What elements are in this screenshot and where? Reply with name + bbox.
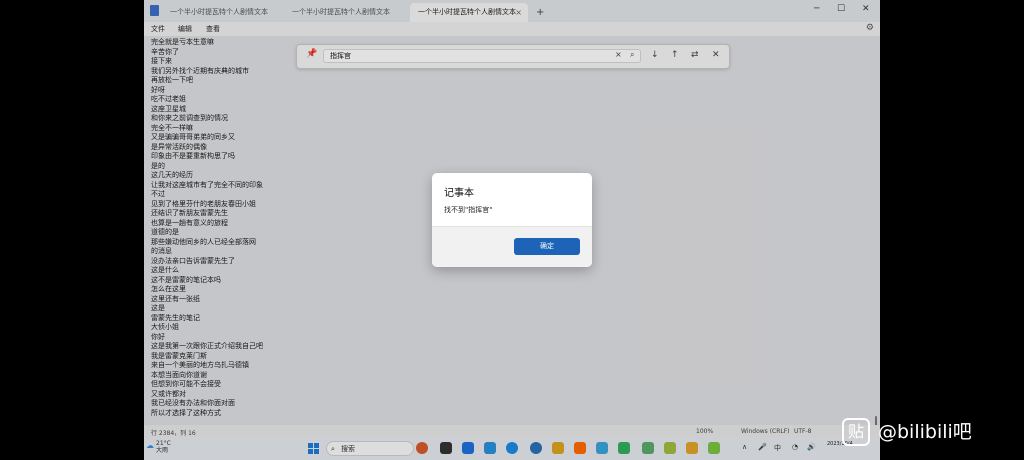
dialog-message: 找不到"指挥官" bbox=[444, 206, 493, 214]
dialog-title: 记事本 bbox=[444, 188, 474, 199]
watermark-text: @bilibili吧 bbox=[878, 421, 972, 443]
dialog-footer: 确定 bbox=[432, 226, 592, 267]
alert-dialog: 记事本 找不到"指挥官" 确定 bbox=[432, 173, 592, 267]
ok-button[interactable]: 确定 bbox=[514, 238, 580, 255]
tieba-logo-icon: 贴 bbox=[842, 418, 870, 446]
screen: 一个半小时提瓦特个人剧情文本 一个半小时提瓦特个人剧情文本 一个半小时提瓦特个人… bbox=[144, 0, 880, 460]
